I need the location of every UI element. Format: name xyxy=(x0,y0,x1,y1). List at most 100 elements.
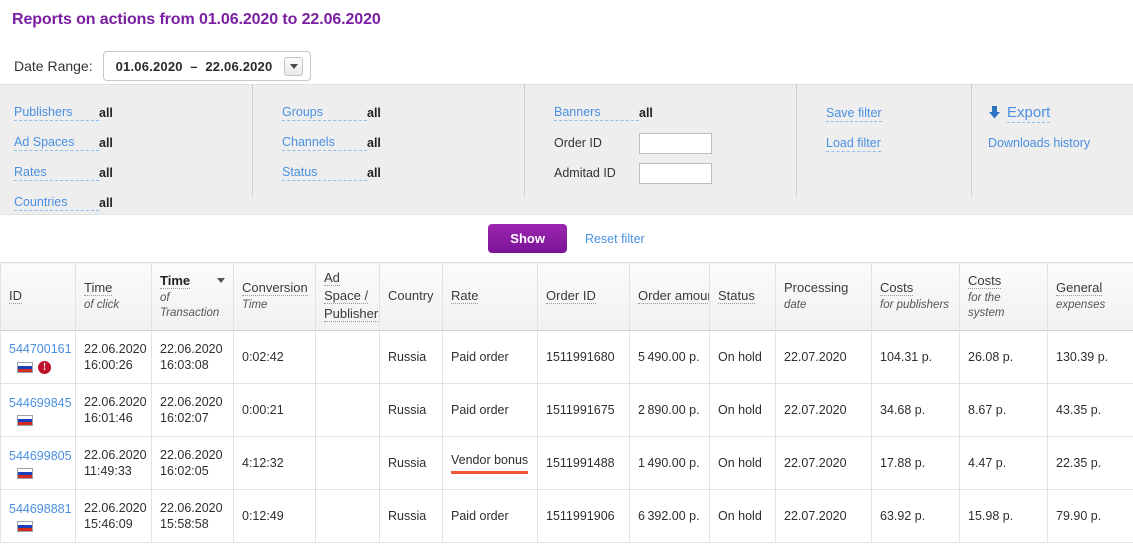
cell-general-expenses: 130.39 p. xyxy=(1047,330,1133,384)
table-row: 544700161! 22.06.2020 16:00:26 22.06.2020 16… xyxy=(0,330,1133,384)
page-title: Reports on actions from 01.06.2020 to 22… xyxy=(12,11,381,28)
filter-link-groups[interactable]: Groups xyxy=(282,105,367,121)
cell-costs-publishers: 17.88 p. xyxy=(871,436,960,490)
cell-time-of-click: 22.06.2020 16:00:26 xyxy=(75,330,152,384)
filter-link-banners[interactable]: Banners xyxy=(554,105,639,121)
filter-row-rates: Rates all xyxy=(14,158,252,188)
transaction-date: 22.06.2020 xyxy=(160,501,223,515)
report-table: ID Time of click Time of Transaction Conve… xyxy=(0,262,1133,543)
id-link[interactable]: 544699805 xyxy=(9,449,72,463)
col-header-processing-date[interactable]: Processing date xyxy=(775,262,872,331)
cell-order-amount: 5 490.00 p. xyxy=(629,330,710,384)
date-range-value: 01.06.2020 – 22.06.2020 xyxy=(115,58,273,74)
cell-conversion-time: 0:02:42 xyxy=(233,330,316,384)
col-header-id[interactable]: ID xyxy=(0,262,76,331)
date-range-label: Date Range: xyxy=(14,58,93,74)
reset-filter-link[interactable]: Reset filter xyxy=(585,232,645,246)
col-header-id-label: ID xyxy=(9,288,22,304)
cell-ad-space[interactable] xyxy=(315,436,380,490)
cell-status: On hold xyxy=(709,383,776,437)
filter-link-channels[interactable]: Channels xyxy=(282,135,367,151)
filter-row-channels: Channels all xyxy=(282,128,524,158)
cell-conversion-time: 0:12:49 xyxy=(233,489,316,543)
cell-ad-space[interactable] xyxy=(315,330,380,384)
cell-id: 544698881 xyxy=(0,489,76,543)
col-header-ad-space-publisher[interactable]: Ad Space / Publisher xyxy=(315,262,380,331)
id-link[interactable]: 544700161 xyxy=(9,342,72,356)
filter-row-groups: Groups all xyxy=(282,98,524,128)
col-header-order-id[interactable]: Order ID xyxy=(537,262,630,331)
downloads-history-link[interactable]: Downloads history xyxy=(988,135,1090,151)
filter-row-save: Save filter xyxy=(826,98,971,128)
cell-status: On hold xyxy=(709,436,776,490)
filter-value-channels: all xyxy=(367,136,381,150)
show-button[interactable]: Show xyxy=(488,224,567,253)
date-range-input[interactable]: 01.06.2020 – 22.06.2020 xyxy=(102,51,312,81)
cell-conversion-time: 0:00:21 xyxy=(233,383,316,437)
filter-link-status[interactable]: Status xyxy=(282,165,367,181)
col-header-status[interactable]: Status xyxy=(709,262,776,331)
col-header-country[interactable]: Country xyxy=(379,262,443,331)
filter-link-ad-spaces[interactable]: Ad Spaces xyxy=(14,135,99,151)
id-link[interactable]: 544699845 xyxy=(9,396,72,410)
id-icons: ! xyxy=(9,360,67,374)
col-header-time-of-click-label: Time xyxy=(84,280,113,296)
export-link[interactable]: Export xyxy=(1007,104,1051,123)
col-header-costs-publishers-sub: for publishers xyxy=(880,299,950,311)
filter-column-export: Export Downloads history xyxy=(971,85,1133,214)
order-id-input[interactable] xyxy=(639,132,712,154)
filter-link-countries[interactable]: Countries xyxy=(14,195,99,211)
col-header-costs-system[interactable]: Costs for the system xyxy=(959,262,1048,331)
export-row[interactable]: Export xyxy=(988,98,1133,128)
cell-ad-space[interactable] xyxy=(315,383,380,437)
chevron-down-icon[interactable] xyxy=(284,56,304,76)
filter-value-status: all xyxy=(367,166,381,180)
rate-value: Paid order xyxy=(451,403,509,417)
filter-value-publishers: all xyxy=(99,106,113,120)
filter-column-groups: Groups all Channels all Status all xyxy=(252,85,524,214)
sort-caret-icon[interactable] xyxy=(217,277,225,283)
warning-icon[interactable]: ! xyxy=(38,360,51,374)
transaction-time: 16:02:07 xyxy=(160,411,209,425)
col-header-order-amount[interactable]: Order amount xyxy=(629,262,710,331)
filter-link-publishers[interactable]: Publishers xyxy=(14,105,99,121)
col-header-costs-publishers[interactable]: Costs for publishers xyxy=(871,262,960,331)
cell-country: Russia xyxy=(379,383,443,437)
col-header-order-id-label: Order ID xyxy=(546,288,596,304)
col-header-time-of-click[interactable]: Time of click xyxy=(75,262,152,331)
col-header-general-expenses[interactable]: General expenses xyxy=(1047,262,1133,331)
save-filter-link[interactable]: Save filter xyxy=(826,105,882,122)
col-header-conversion-time[interactable]: Conversion Time xyxy=(233,262,316,331)
cell-time-of-transaction: 22.06.2020 16:02:07 xyxy=(151,383,234,437)
cell-order-amount: 2 890.00 p. xyxy=(629,383,710,437)
cell-order-amount: 6 392.00 p. xyxy=(629,489,710,543)
cell-costs-system: 8.67 p. xyxy=(959,383,1048,437)
filter-row-ad-spaces: Ad Spaces all xyxy=(14,128,252,158)
col-header-rate[interactable]: Rate xyxy=(442,262,538,331)
col-header-country-label: Country xyxy=(388,288,434,303)
cell-rate: Paid order xyxy=(442,330,538,384)
col-header-ad-space-publisher-label: Ad Space / Publisher xyxy=(324,270,379,322)
cell-processing-date: 22.07.2020 xyxy=(775,330,872,384)
cell-ad-space[interactable] xyxy=(315,489,380,543)
filter-row-order-id: Order ID xyxy=(554,128,796,158)
col-header-costs-system-label: Costs xyxy=(968,272,1002,289)
load-filter-link[interactable]: Load filter xyxy=(826,135,881,152)
click-date: 22.06.2020 xyxy=(84,395,147,409)
col-header-order-amount-label: Order amount xyxy=(638,288,709,304)
transaction-time: 15:58:58 xyxy=(160,517,209,531)
filter-column-saved-filters: Save filter Load filter xyxy=(796,85,971,214)
cell-processing-date: 22.07.2020 xyxy=(775,436,872,490)
id-link[interactable]: 544698881 xyxy=(9,502,72,516)
rate-value: Paid order xyxy=(451,509,509,523)
admitad-id-input[interactable] xyxy=(639,162,712,184)
filter-row-status: Status all xyxy=(282,158,524,188)
cell-country: Russia xyxy=(379,436,443,490)
table-header-row: ID Time of click Time of Transaction Conve… xyxy=(0,262,1133,331)
col-header-time-of-transaction[interactable]: Time of Transaction xyxy=(151,262,234,331)
filter-panel: Publishers all Ad Spaces all Rates all C… xyxy=(0,84,1133,215)
cell-rate: Paid order xyxy=(442,383,538,437)
filter-link-rates[interactable]: Rates xyxy=(14,165,99,181)
click-date: 22.06.2020 xyxy=(84,501,147,515)
cell-costs-publishers: 63.92 p. xyxy=(871,489,960,543)
